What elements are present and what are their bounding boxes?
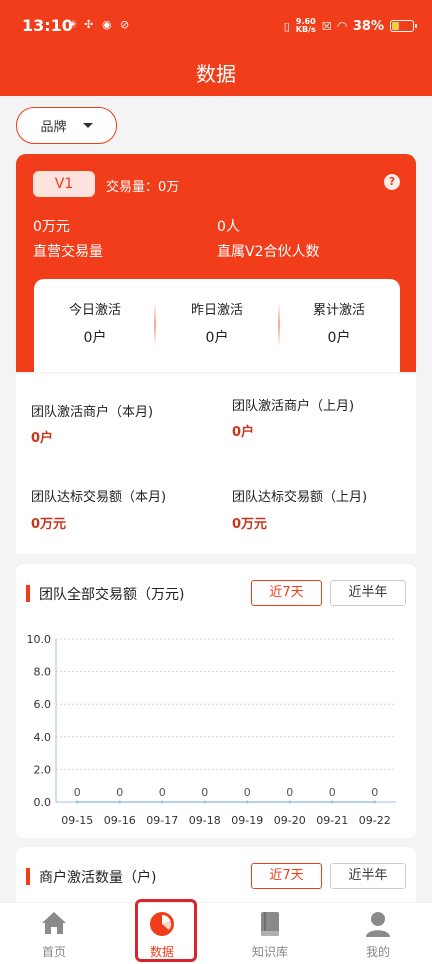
tab-mine[interactable]: 我的: [324, 903, 432, 964]
y-tick-label: 0.0: [34, 796, 52, 809]
section-accent-bar: [26, 868, 30, 885]
activation-total: 累计激活 0户: [312, 303, 365, 346]
volume-text: 交易量：0万: [106, 180, 180, 195]
transactions-chart-card: 团队全部交易额（万元) 近7天 近半年 0.0 2.0 4.0 6.0 8.0 10.0 0…: [16, 564, 416, 838]
battery-icon: [390, 20, 417, 32]
merchant-activation-title: 商户激活数量（户): [39, 870, 157, 886]
vibrate-icon: ▯: [283, 19, 290, 33]
x-tick-label: 09-21: [316, 814, 348, 827]
team-stats-grid: 团队激活商户（本月) 0户 团队激活商户（上月) 0户 团队达标交易额（本月) …: [16, 374, 416, 554]
team-qualified-last-month: 团队达标交易额（上月) 0万元: [217, 465, 416, 554]
data-label: 0: [371, 786, 378, 799]
status-right: ▯ 9.60 KB/s ☒ ◠ 38%: [283, 16, 417, 36]
team-activated-this-month: 团队激活商户（本月) 0户: [16, 374, 215, 463]
divider: [154, 303, 156, 347]
pinwheel-icon: ✣: [84, 18, 94, 31]
partners-value: 0人: [217, 219, 240, 235]
team-qualified-this-month: 团队达标交易额（本月) 0万元: [16, 465, 215, 554]
data-point: [373, 800, 377, 804]
level-badge: V1: [33, 171, 95, 197]
status-bar: 13:10 ☀ ✣ ◉ ⊘ ▯ 9.60 KB/s ☒ ◠ 38%: [0, 0, 432, 52]
summary-card: V1 交易量：0万 ? 0万元 直营交易量 0人 直属V2合伙人数 今日激活 0…: [16, 154, 416, 372]
x-tick-label: 09-20: [274, 814, 306, 827]
data-label: 0: [286, 786, 293, 799]
tab-home[interactable]: 首页: [0, 903, 108, 964]
tab-knowledge[interactable]: 知识库: [216, 903, 324, 964]
bottom-tab-bar: 首页 数据 知识库 我的: [0, 902, 432, 964]
x-tick-label: 09-19: [231, 814, 263, 827]
data-point: [75, 800, 79, 804]
x-tick-label: 09-18: [189, 814, 221, 827]
y-tick-label: 2.0: [34, 763, 52, 776]
data-point: [203, 800, 207, 804]
direct-volume-value: 0万元: [33, 219, 70, 235]
weibo-icon: ◉: [102, 18, 112, 31]
data-point: [330, 800, 334, 804]
brand-dropdown-label: 品牌: [40, 120, 67, 135]
data-point: [160, 800, 164, 804]
user-icon: [366, 912, 390, 937]
activation-today: 今日激活 0户: [68, 303, 121, 346]
page-title: 数据: [196, 62, 236, 86]
transactions-line-chart: 0.0 2.0 4.0 6.0 8.0 10.0 0 09-15 0 09-16 0 09-17 0 09…: [27, 633, 396, 827]
home-icon: [42, 912, 66, 934]
x-tick-label: 09-22: [359, 814, 391, 827]
y-tick-label: 4.0: [34, 731, 52, 744]
help-icon[interactable]: ?: [384, 174, 400, 190]
merchant-range-7d-button[interactable]: 近7天: [251, 863, 322, 889]
sim-off-icon: ☒: [321, 19, 332, 33]
caret-down-icon: [82, 123, 93, 128]
data-label: 0: [329, 786, 336, 799]
battery-percent: 38%: [352, 18, 384, 34]
x-tick-label: 09-16: [104, 814, 136, 827]
data-point: [118, 800, 122, 804]
data-label: 0: [116, 786, 123, 799]
y-tick-label: 6.0: [34, 698, 52, 711]
notification-icon: ☀: [68, 18, 78, 31]
data-label: 0: [244, 786, 251, 799]
data-point: [288, 800, 292, 804]
status-time: 13:10: [22, 16, 73, 35]
merchant-range-half-year-button[interactable]: 近半年: [330, 863, 406, 889]
data-label: 0: [159, 786, 166, 799]
team-activated-last-month: 团队激活商户（上月) 0户: [217, 374, 416, 463]
activation-card: 今日激活 0户 昨日激活 0户 累计激活 0户: [34, 279, 400, 372]
book-icon: [261, 912, 279, 936]
merchant-activation-card: 商户激活数量（户) 近7天 近半年: [16, 847, 416, 907]
app-header: 13:10 ☀ ✣ ◉ ⊘ ▯ 9.60 KB/s ☒ ◠ 38% 数据: [0, 0, 432, 96]
network-speed: 9.60 KB/s: [295, 17, 316, 34]
battery-level: [392, 22, 400, 30]
link-icon: ⊘: [120, 18, 130, 31]
highlight-box: [135, 899, 197, 962]
x-tick-label: 09-17: [146, 814, 178, 827]
direct-volume-label: 直营交易量: [33, 244, 103, 260]
x-tick-label: 09-15: [61, 814, 93, 827]
partners-label: 直属V2合伙人数: [217, 244, 320, 260]
activation-yesterday: 昨日激活 0户: [190, 303, 243, 346]
wifi-icon: ◠: [337, 19, 347, 33]
y-tick-label: 8.0: [34, 666, 52, 679]
divider: [278, 303, 280, 347]
data-label: 0: [201, 786, 208, 799]
data-point: [245, 800, 249, 804]
y-tick-label: 10.0: [27, 633, 52, 646]
data-label: 0: [74, 786, 81, 799]
brand-dropdown[interactable]: 品牌: [16, 107, 117, 144]
